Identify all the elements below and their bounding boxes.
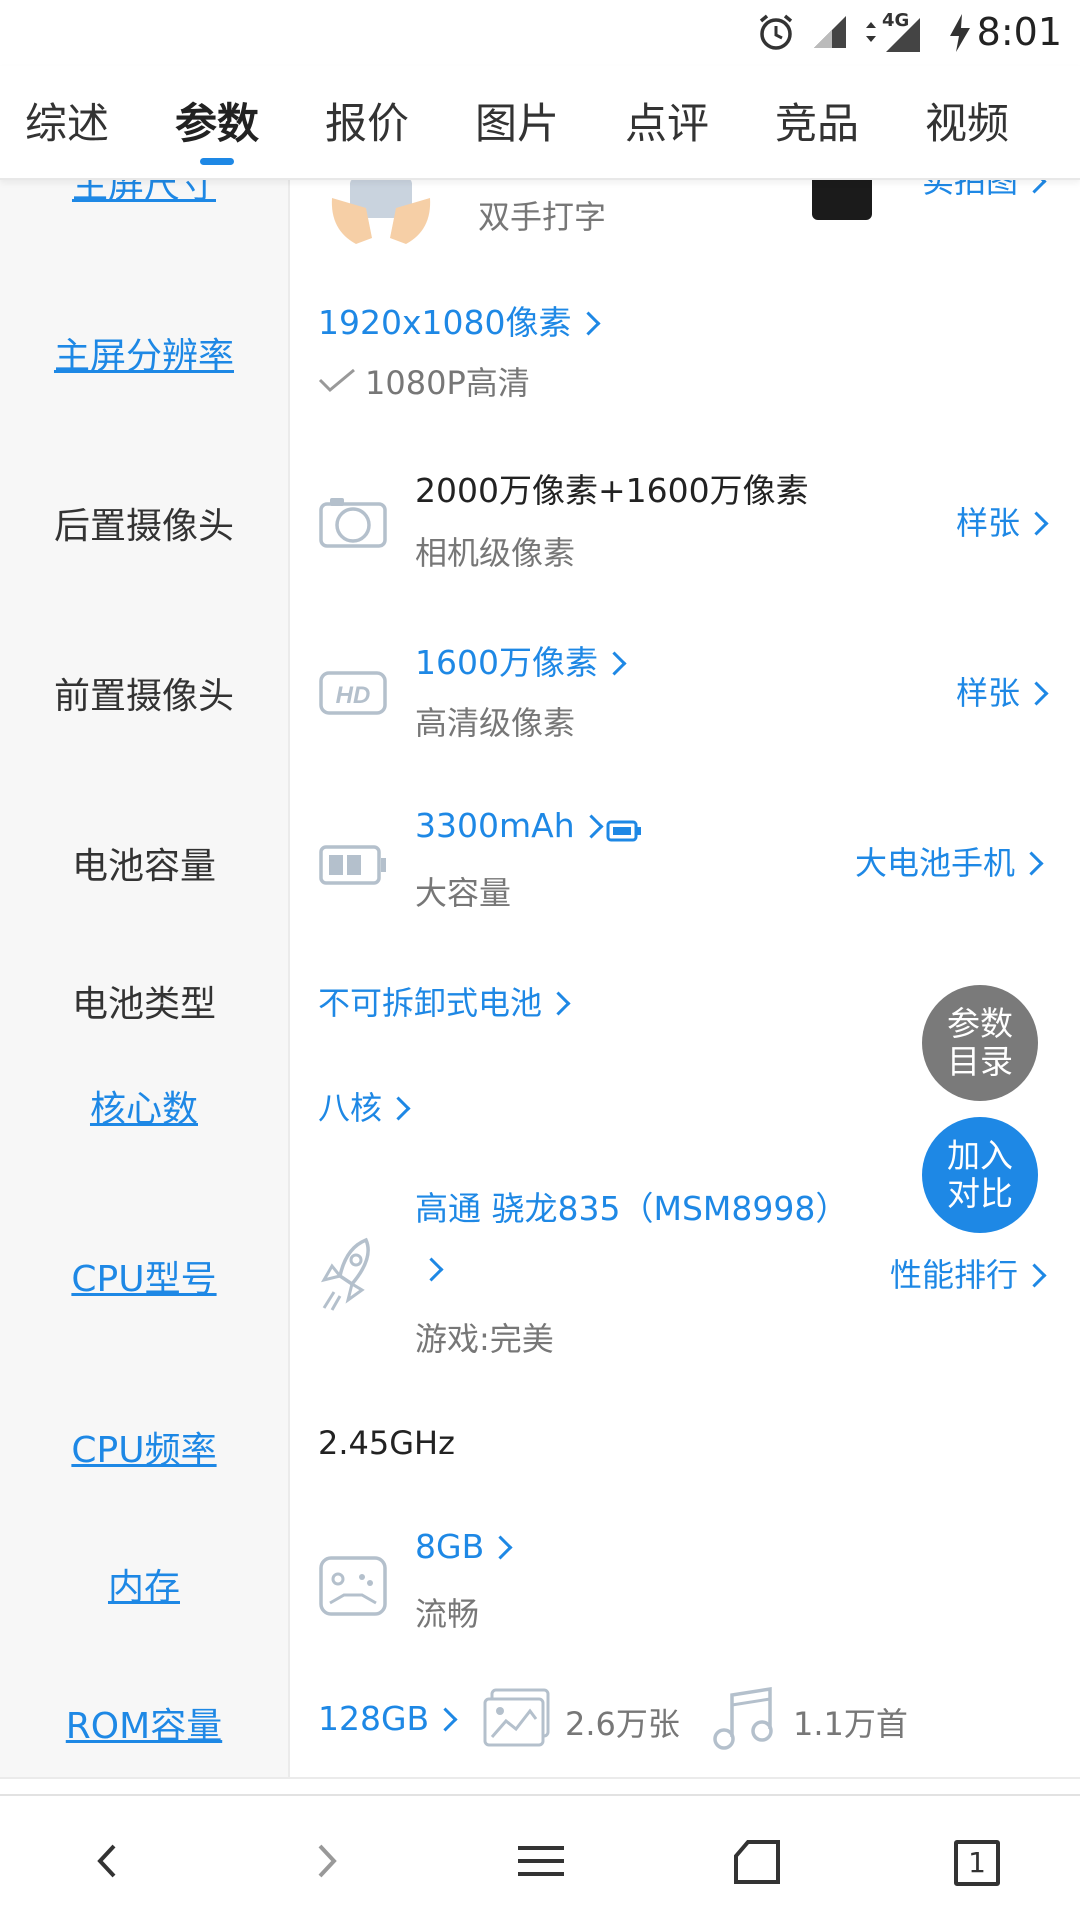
tabs-button[interactable]: 1 [940, 1826, 1010, 1896]
signal-icon [814, 16, 846, 48]
real-photo-link[interactable]: 实拍图 [922, 178, 1047, 202]
tab-competitors[interactable]: 竞品 [757, 90, 877, 151]
spec-label-memory[interactable]: 内存 [0, 1499, 290, 1669]
photo-icon [483, 1688, 550, 1747]
spec-row-cpu-model: CPU型号 高通 骁龙835（MSM8998） 游戏:完美 性能排行 [0, 1158, 1080, 1396]
rear-camera-value: 2000万像素+1600万像素 [415, 471, 809, 510]
tab-reviews[interactable]: 点评 [607, 90, 727, 151]
cpu-frequency-value: 2.45GHz [318, 1424, 455, 1462]
tab-price[interactable]: 报价 [307, 90, 427, 151]
spec-row-screen-size: 主屏尺寸 双手打字 实拍图 [0, 178, 1080, 270]
spec-label-cores[interactable]: 核心数 [0, 1053, 290, 1158]
spec-catalog-button[interactable]: 参数 目录 [922, 985, 1038, 1101]
tab-specs[interactable]: 参数 [157, 90, 277, 151]
two-hands-typing-icon [331, 178, 431, 244]
cpu-model-chevron[interactable] [415, 1250, 444, 1288]
spec-row-battery-type: 电池类型 不可拆卸式电池 [0, 948, 1080, 1055]
battery-type-value-link[interactable]: 不可拆卸式电池 [318, 978, 571, 1024]
charging-icon [950, 14, 970, 52]
spec-row-front-camera: 前置摄像头 HD 1600万像素 高清级像素 样张 [0, 608, 1080, 780]
svg-text:HD: HD [336, 682, 371, 709]
tab-overview[interactable]: 综述 [7, 90, 127, 151]
add-to-compare-button[interactable]: 加入 对比 [922, 1117, 1038, 1233]
active-tab-indicator [200, 158, 234, 165]
rocket-icon [320, 1237, 370, 1311]
spec-label-resolution[interactable]: 主屏分辨率 [0, 268, 290, 438]
performance-ranking-link[interactable]: 性能排行 [890, 1250, 1047, 1296]
battery-badge-icon [606, 820, 641, 842]
rom-songs-count: 1.1万首 [793, 1705, 908, 1743]
status-bar: 4G 8:01 [0, 0, 1080, 66]
front-camera-sub: 高清级像素 [415, 704, 576, 742]
gamepad-icon [319, 1556, 387, 1616]
spec-label-cpu-model[interactable]: CPU型号 [0, 1158, 290, 1394]
front-camera-samples-link[interactable]: 样张 [956, 668, 1049, 714]
clock: 8:01 [976, 10, 1062, 54]
resolution-value-link[interactable]: 1920x1080像素 [318, 296, 601, 344]
screen-size-sub: 双手打字 [478, 198, 607, 236]
rom-value-link[interactable]: 128GB [318, 1699, 458, 1738]
spec-label-cpu-frequency[interactable]: CPU频率 [0, 1394, 290, 1499]
spec-label-screen-size[interactable]: 主屏尺寸 [0, 178, 290, 268]
cpu-model-value-link[interactable]: 高通 骁龙835（MSM8998） [415, 1182, 848, 1230]
spec-row-memory: 内存 8GB 流畅 [0, 1499, 1080, 1671]
music-icon [713, 1686, 773, 1750]
spec-row-resolution: 主屏分辨率 1920x1080像素 1080P高清 [0, 268, 1080, 440]
big-battery-phones-link[interactable]: 大电池手机 [855, 838, 1044, 884]
browser-bottom-nav: 1 [0, 1794, 1080, 1922]
back-icon[interactable] [72, 1826, 142, 1896]
spec-label-battery-type: 电池类型 [0, 948, 290, 1053]
tab-pictures[interactable]: 图片 [457, 90, 577, 151]
phone-photo-thumbnail[interactable] [812, 178, 872, 220]
spec-row-rear-camera: 后置摄像头 2000万像素+1600万像素 相机级像素 样张 [0, 438, 1080, 610]
home-icon[interactable] [722, 1826, 792, 1896]
front-camera-value-link[interactable]: 1600万像素 [415, 636, 627, 684]
menu-icon[interactable] [506, 1826, 576, 1896]
resolution-sub: 1080P高清 [365, 364, 530, 402]
spec-row-rom: ROM容量 128GB 2.6万张 1.1万首 [0, 1669, 1080, 1779]
tab-bar: 综述 参数 报价 图片 点评 竞品 视频 [0, 66, 1080, 180]
rom-photos-count: 2.6万张 [565, 1705, 680, 1743]
spec-row-battery: 电池容量 3300mAh 大容量 大电池手机 [0, 778, 1080, 950]
battery-icon [319, 845, 386, 885]
tab-count: 1 [954, 1840, 1000, 1886]
spec-label-rom[interactable]: ROM容量 [0, 1669, 290, 1777]
cpu-model-sub: 游戏:完美 [415, 1320, 554, 1358]
forward-icon[interactable] [292, 1826, 362, 1896]
camera-icon [319, 498, 387, 548]
spec-row-cpu-frequency: CPU频率 2.45GHz [0, 1394, 1080, 1501]
alarm-icon [759, 14, 793, 50]
spec-label-battery: 电池容量 [0, 778, 290, 948]
cores-value-link[interactable]: 八核 [318, 1083, 411, 1129]
rear-camera-samples-link[interactable]: 样张 [956, 498, 1049, 544]
memory-value-link[interactable]: 8GB [415, 1527, 513, 1566]
battery-sub: 大容量 [415, 874, 512, 912]
spec-label-rear-camera: 后置摄像头 [0, 438, 290, 608]
spec-row-cores: 核心数 八核 [0, 1053, 1080, 1160]
hd-icon: HD [319, 671, 387, 715]
rear-camera-sub: 相机级像素 [415, 534, 576, 572]
checkmark-icon [318, 368, 355, 393]
battery-value-link[interactable]: 3300mAh [415, 806, 604, 845]
spec-label-front-camera: 前置摄像头 [0, 608, 290, 778]
tab-video[interactable]: 视频 [907, 90, 1027, 151]
cellular-4g-icon [866, 18, 920, 52]
memory-sub: 流畅 [415, 1595, 480, 1633]
